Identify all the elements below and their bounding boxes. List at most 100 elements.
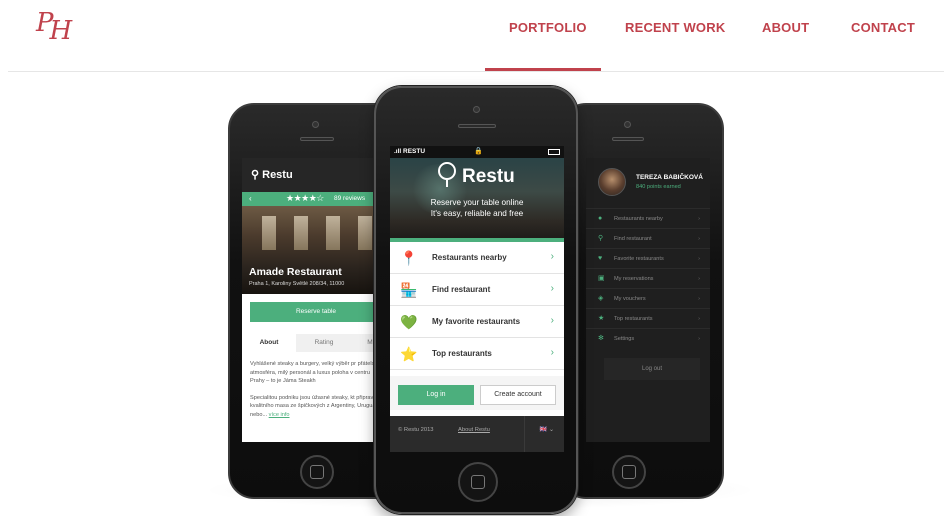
speaker: [458, 124, 496, 128]
star-icon: ★: [598, 315, 605, 322]
restaurant-detail-screen: ⚲ Restu ‹ ★★★★☆ 89 reviews Amade Restaur…: [242, 158, 388, 442]
nav-recent-work[interactable]: RECENT WORK: [625, 20, 725, 35]
menu-item-settings[interactable]: ✻ Settings ›: [586, 328, 710, 348]
menu-item-restaurants-nearby[interactable]: ● Restaurants nearby ›: [586, 208, 710, 228]
footer-divider: [524, 416, 525, 452]
chevron-right-icon: ›: [550, 315, 554, 326]
map-pin-icon: 📍: [400, 250, 418, 266]
menu-item-top-restaurants[interactable]: ★ Top restaurants ›: [586, 308, 710, 328]
logo-letter-p: P: [36, 8, 53, 38]
menu-item-my-reservations[interactable]: ▣ My reservations ›: [586, 268, 710, 288]
logout-button[interactable]: Log out: [604, 358, 700, 380]
description-paragraph: Specialitou podniku jsou úžasné steaky, …: [250, 394, 384, 418]
menu-item-my-vouchers[interactable]: ◈ My vouchers ›: [586, 288, 710, 308]
speaker: [300, 137, 334, 141]
side-menu: ● Restaurants nearby › ⚲ Find restaurant › ♥…: [586, 208, 710, 348]
header-divider: [8, 71, 944, 72]
home-button: [612, 455, 646, 489]
language-selector[interactable]: 🇬🇧 ⌄: [540, 426, 554, 433]
app-header: ⚲ Restu: [242, 158, 388, 192]
map-pin-icon: ●: [598, 215, 603, 222]
photo-window: [262, 216, 276, 250]
menu-item-favorite-restaurants[interactable]: ♥ Favorite restaurants ›: [586, 248, 710, 268]
nav-portfolio[interactable]: PORTFOLIO: [509, 20, 587, 35]
chevron-right-icon: ›: [550, 251, 554, 262]
rating-stars: ★★★★☆: [286, 193, 324, 203]
back-icon[interactable]: ‹: [249, 194, 252, 203]
main-menu: 📍 Restaurants nearby › 🏪 Find restaurant…: [390, 242, 564, 370]
chevron-right-icon: ›: [550, 283, 554, 294]
chevron-right-icon: ›: [698, 216, 700, 222]
restaurant-name: Amade Restaurant: [249, 266, 342, 278]
tagline-secondary: It's easy, reliable and free: [430, 209, 524, 218]
description-paragraph: Vyhlášené steaky a burgery, velký výběr …: [250, 361, 381, 385]
nav-about[interactable]: ABOUT: [762, 20, 809, 35]
more-info-link[interactable]: více info: [269, 412, 290, 418]
logo-letter-h: H: [49, 16, 73, 46]
restaurant-description: Vyhlášené steaky a burgery, velký výběr …: [250, 360, 384, 428]
site-logo[interactable]: PH: [36, 8, 72, 44]
active-nav-indicator: [485, 68, 601, 71]
create-account-button[interactable]: Create account: [480, 385, 556, 405]
speaker: [612, 137, 644, 141]
restaurant-photo: Amade Restaurant Praha 1, Karoliny Světl…: [242, 206, 388, 294]
heart-icon: 💚: [400, 314, 418, 330]
chevron-right-icon: ›: [698, 316, 700, 322]
chevron-right-icon: ›: [698, 336, 700, 342]
pin-icon: ⚲: [251, 169, 263, 181]
photo-window: [326, 216, 340, 250]
menu-favorite-restaurants[interactable]: 💚 My favorite restaurants ›: [390, 306, 564, 338]
calendar-icon: ▣: [598, 275, 605, 282]
app-title: Restu: [262, 169, 293, 181]
auth-actions: Log in Create account: [390, 376, 564, 410]
heart-icon: ♥: [598, 255, 603, 262]
menu-top-restaurants[interactable]: ⭐ Top restaurants ›: [390, 338, 564, 370]
site-header: PH PORTFOLIO RECENT WORK ABOUT CONTACT: [0, 0, 944, 72]
chevron-right-icon: ›: [550, 347, 554, 358]
home-button: [300, 455, 334, 489]
app-footer: © Restu 2013 About Restu 🇬🇧 ⌄: [390, 416, 564, 452]
menu-label: Find restaurant: [432, 285, 491, 294]
map-pin-icon: [438, 162, 456, 187]
reviews-count[interactable]: 89 reviews: [334, 195, 365, 202]
hero-banner: Restu Reserve your table online It's eas…: [390, 158, 564, 242]
tagline-primary: Reserve your table online: [430, 198, 524, 207]
user-profile[interactable]: TEREZA BABIČKOVÁ 840 points earned: [586, 158, 710, 202]
search-icon: ⚲: [598, 235, 604, 242]
chevron-right-icon: ›: [698, 296, 700, 302]
about-restu-link[interactable]: About Restu: [458, 427, 490, 433]
lock-icon: 🔒: [474, 148, 483, 155]
side-menu-screen: TEREZA BABIČKOVÁ 840 points earned ● Rest…: [586, 158, 710, 442]
reserve-table-button[interactable]: Reserve table: [250, 302, 382, 322]
brand-title: Restu: [462, 166, 515, 187]
status-bar: .ıll RESTU 🔒: [390, 146, 564, 158]
user-name: TEREZA BABIČKOVÁ: [636, 174, 703, 181]
store-search-icon: 🏪: [400, 282, 418, 298]
avatar: [598, 168, 626, 196]
rating-bar: ‹ ★★★★☆ 89 reviews: [242, 192, 388, 206]
chevron-right-icon: ›: [698, 236, 700, 242]
restaurant-address: Praha 1, Karoliny Světlé 208/34, 11000: [249, 281, 345, 287]
camera: [473, 106, 480, 113]
menu-label: Restaurants nearby: [432, 253, 507, 262]
tab-rating[interactable]: Rating: [296, 334, 352, 352]
chevron-right-icon: ›: [698, 276, 700, 282]
photo-window: [358, 216, 372, 250]
chevron-right-icon: ›: [698, 256, 700, 262]
detail-tabs: About Rating M: [242, 334, 388, 352]
gear-icon: ✻: [598, 335, 604, 342]
tab-about[interactable]: About: [242, 334, 296, 352]
nav-contact[interactable]: CONTACT: [851, 20, 915, 35]
star-badge-icon: ⭐: [400, 346, 418, 362]
menu-label: My favorite restaurants: [432, 317, 521, 326]
login-button[interactable]: Log in: [398, 385, 474, 405]
restu-home-screen: .ıll RESTU 🔒 Restu Reserve your table on…: [390, 146, 564, 452]
menu-item-find-restaurant[interactable]: ⚲ Find restaurant ›: [586, 228, 710, 248]
user-points: 840 points earned: [636, 184, 681, 190]
menu-restaurants-nearby[interactable]: 📍 Restaurants nearby ›: [390, 242, 564, 274]
photo-window: [294, 216, 308, 250]
battery-icon: [548, 149, 560, 155]
voucher-icon: ◈: [598, 295, 604, 302]
menu-find-restaurant[interactable]: 🏪 Find restaurant ›: [390, 274, 564, 306]
home-button: [458, 462, 498, 502]
